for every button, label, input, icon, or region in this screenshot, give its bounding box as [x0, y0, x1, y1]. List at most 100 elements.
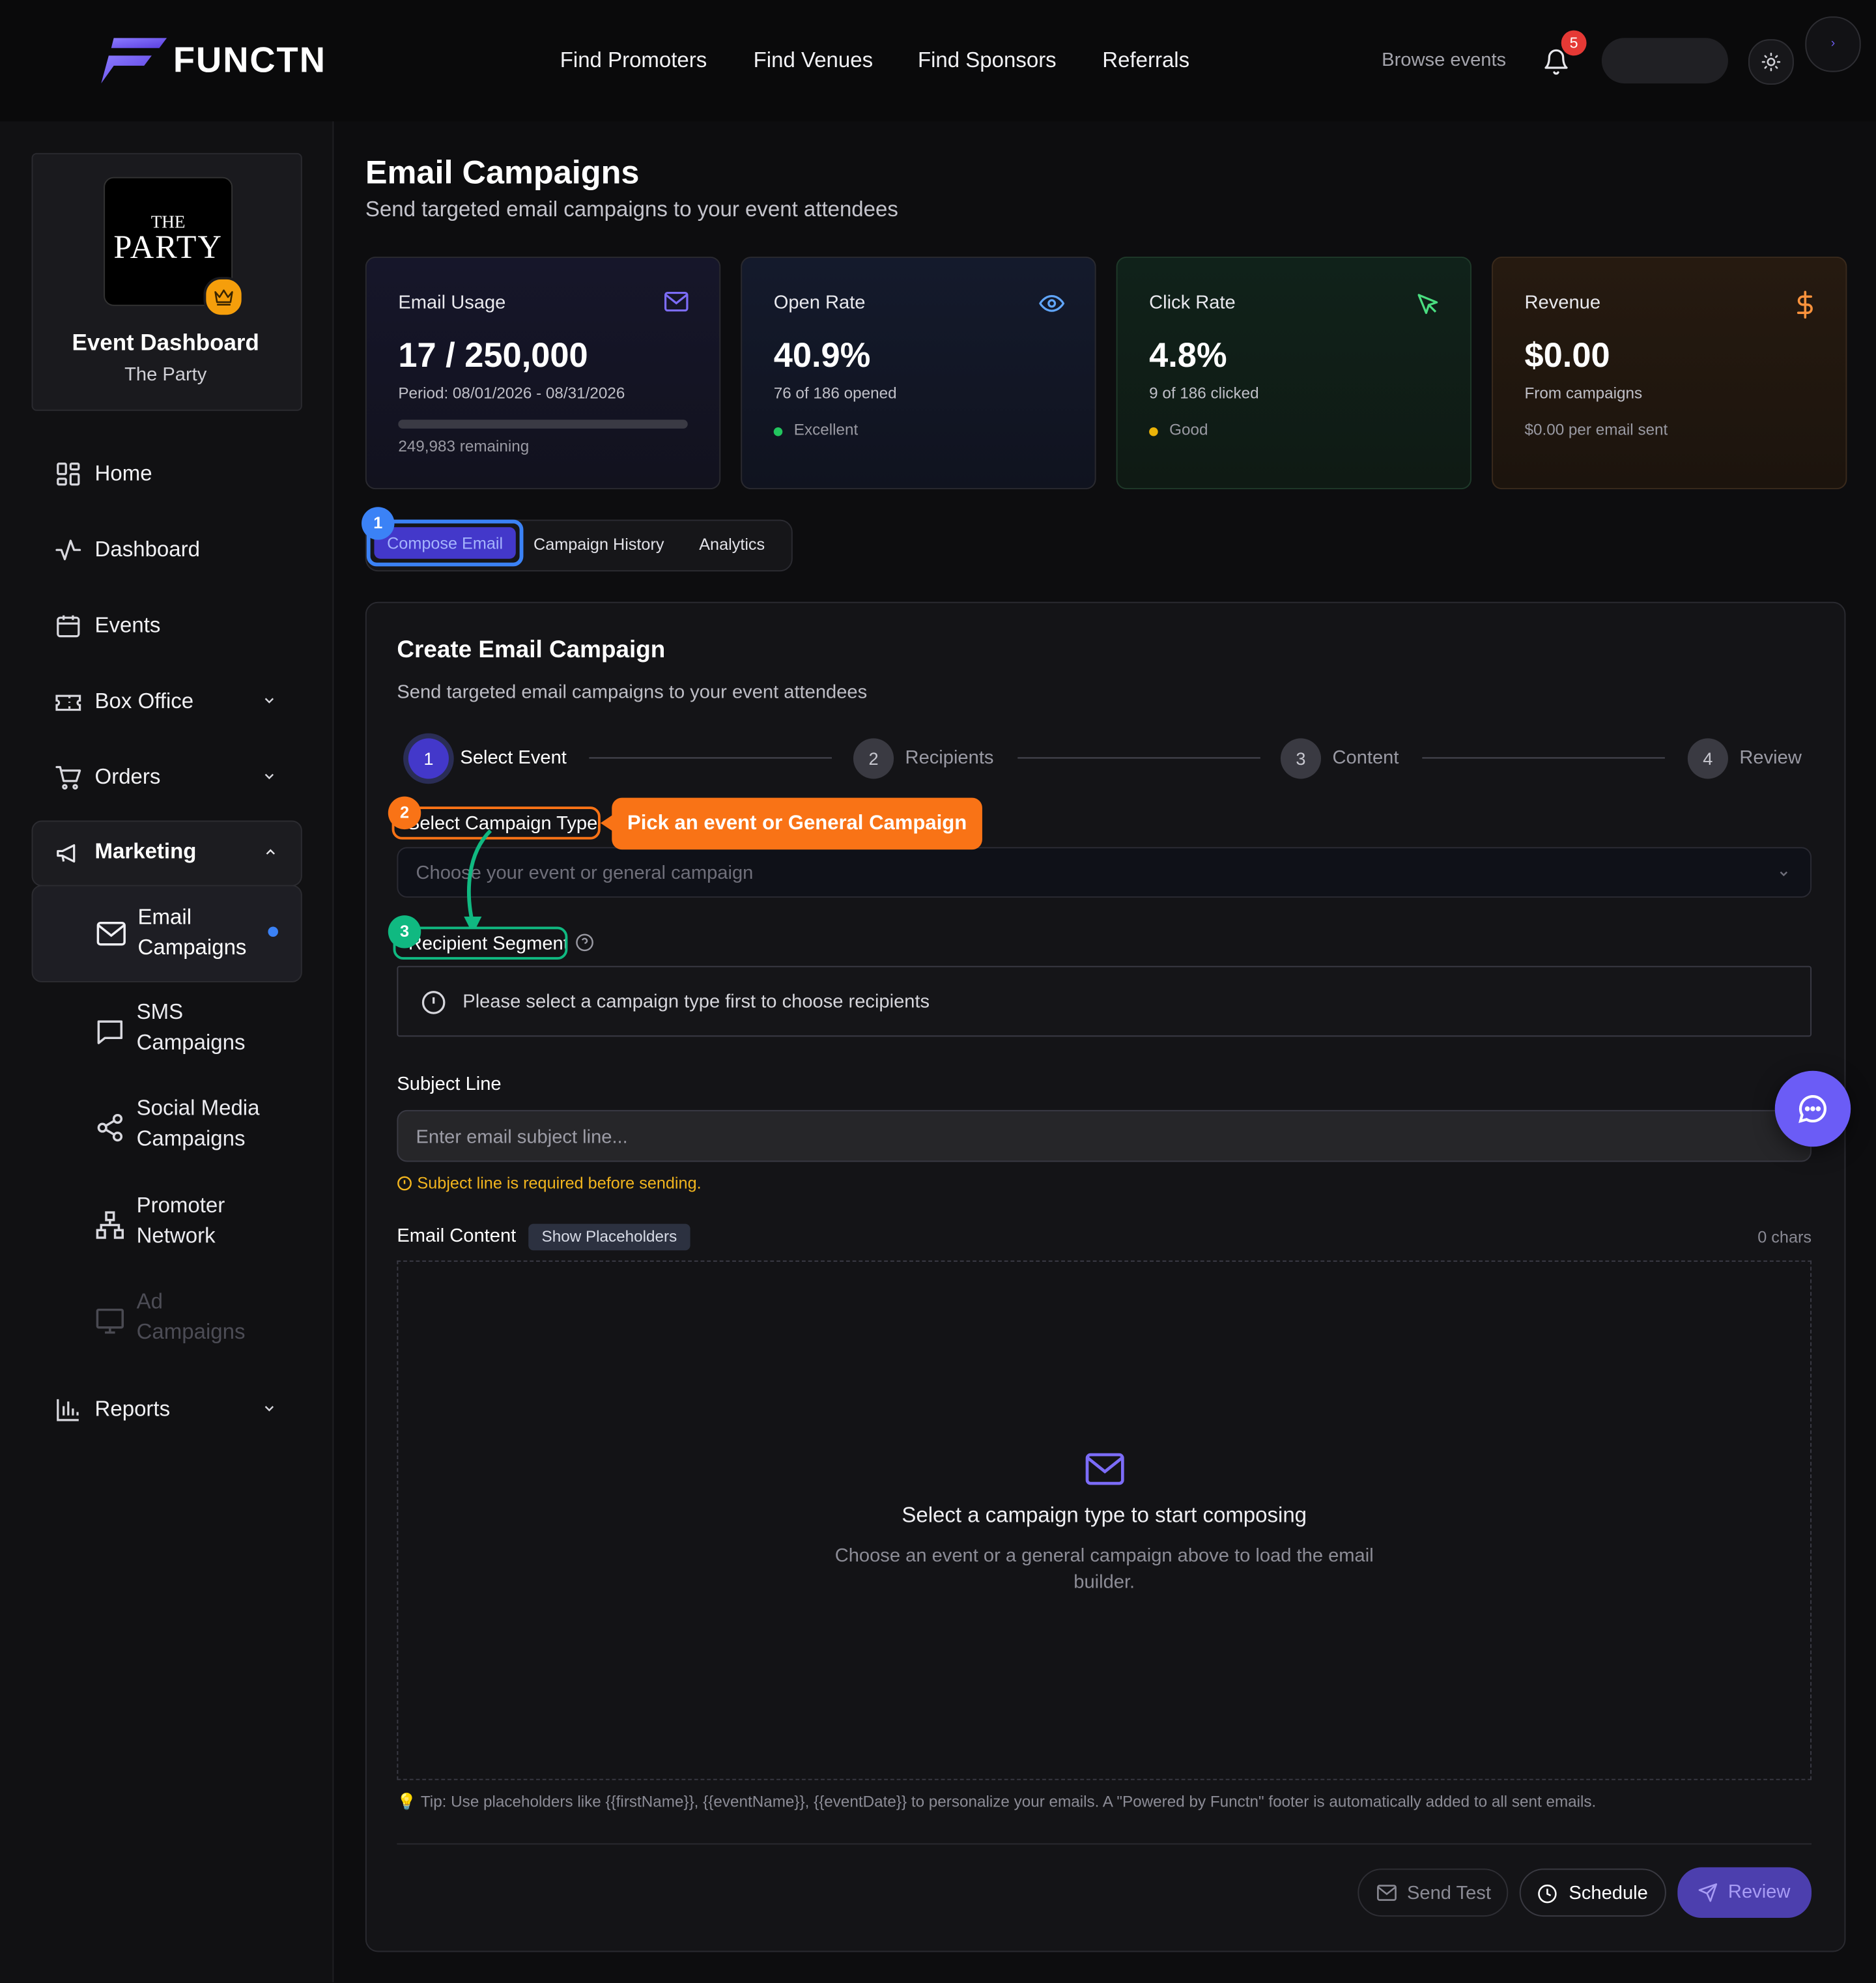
usage-progress-bar [398, 420, 688, 429]
guide-badge-1: 1 [362, 507, 395, 540]
sidebar-item-marketing[interactable]: Marketing [31, 820, 302, 887]
sidebar-item-label: Campaigns [137, 935, 247, 960]
layout-grid-icon [57, 463, 80, 486]
step-1-label: Select Event [460, 747, 567, 769]
stat-card-open-rate: Open Rate 40.9% 76 of 186 opened Excelle… [741, 256, 1096, 490]
sidebar-item-promoter-network[interactable]: Promoter Network [32, 1191, 300, 1257]
sidebar-item-label: Promoter [136, 1193, 225, 1218]
tab-analytics[interactable]: Analytics [699, 535, 765, 554]
tab-label: Compose Email [374, 527, 516, 559]
compose-subtitle: Send targeted email campaigns to your ev… [397, 681, 868, 704]
stat-extra: Good [1169, 421, 1208, 439]
chevron-down-icon [264, 698, 274, 704]
subject-line-input[interactable]: Enter email subject line... [397, 1109, 1812, 1162]
sidebar-item-ad-campaigns[interactable]: Ad Campaigns [32, 1287, 300, 1353]
mail-icon [664, 291, 689, 312]
sidebar-item-label: Network [136, 1223, 216, 1248]
event-dashboard-title: Event Dashboard [72, 330, 259, 356]
stat-value: 40.9% [773, 336, 871, 375]
sidebar-item-label: Orders [94, 765, 161, 789]
functn-logo-icon[interactable] [101, 38, 167, 84]
stat-extra: $0.00 per email sent [1524, 421, 1668, 439]
email-content-label: Email Content [397, 1225, 517, 1247]
stat-card-email-usage: Email Usage 17 / 250,000 Period: 08/01/2… [365, 256, 721, 490]
stat-value: 17 / 250,000 [398, 336, 588, 375]
chevron-down-icon [1780, 871, 1788, 877]
share-icon [97, 1113, 123, 1142]
step-4-label: Review [1739, 747, 1802, 769]
show-placeholders-button[interactable]: Show Placeholders [528, 1223, 690, 1251]
nav-find-promoters[interactable]: Find Promoters [560, 48, 707, 74]
campaign-type-select[interactable]: Choose your event or general campaign [397, 847, 1812, 898]
step-3-label: Content [1332, 747, 1399, 769]
status-dot [1149, 427, 1158, 436]
stat-title: Open Rate [773, 292, 866, 314]
stat-subtext: 76 of 186 opened [773, 384, 897, 403]
help-circle-icon[interactable] [575, 933, 594, 952]
sidebar-item-social-media-campaigns[interactable]: Social Media Campaigns [32, 1094, 300, 1160]
schedule-button[interactable]: Schedule [1519, 1868, 1666, 1917]
nav-find-venues[interactable]: Find Venues [754, 48, 873, 74]
cursor-click-icon [1417, 294, 1438, 314]
step-1-number: 1 [408, 738, 449, 779]
stat-subtext: Period: 08/01/2026 - 08/31/2026 [398, 384, 625, 403]
divider [397, 1843, 1812, 1845]
sidebar-item-dashboard[interactable]: Dashboard [32, 519, 300, 582]
sidebar-item-events[interactable]: Events [32, 594, 300, 657]
send-test-button[interactable]: Send Test [1357, 1868, 1509, 1917]
profile-avatar-button[interactable]: › [1805, 16, 1861, 72]
chat-support-button[interactable] [1774, 1070, 1851, 1147]
stat-title: Email Usage [398, 292, 506, 314]
step-2-number: 2 [853, 738, 894, 779]
calendar-icon [57, 615, 80, 638]
placeholder-tip: 💡 Tip: Use placeholders like {{firstName… [397, 1792, 1597, 1811]
chevron-down-icon [264, 1406, 274, 1412]
stat-extra: 249,983 remaining [398, 437, 530, 455]
activity-icon [55, 539, 81, 561]
brand-name[interactable]: FUNCTN [173, 40, 326, 81]
send-icon [1698, 1883, 1718, 1902]
eye-icon [1039, 294, 1065, 312]
sidebar-item-label: SMS [136, 1000, 184, 1024]
sidebar-item-reports[interactable]: Reports [32, 1378, 300, 1441]
user-menu-button[interactable] [1601, 38, 1728, 84]
active-indicator-dot [268, 926, 278, 937]
megaphone-icon [57, 844, 76, 863]
sidebar-item-label: Home [94, 461, 152, 486]
step-3-number: 3 [1280, 738, 1322, 779]
theme-toggle-button[interactable] [1748, 39, 1794, 85]
stat-subtext: From campaigns [1524, 384, 1643, 403]
status-dot [773, 427, 783, 436]
event-logo-line2: PARTY [113, 229, 223, 266]
notification-count-badge: 5 [1561, 30, 1587, 56]
sidebar-item-label: Events [94, 613, 161, 638]
step-4-number: 4 [1687, 738, 1728, 779]
recipient-notice: Please select a campaign type first to c… [397, 965, 1812, 1037]
sidebar-item-home[interactable]: Home [32, 442, 300, 506]
sidebar-item-label: Ad [136, 1289, 163, 1314]
nav-find-sponsors[interactable]: Find Sponsors [918, 48, 1057, 74]
subject-line-label: Subject Line [397, 1073, 502, 1095]
step-2-label: Recipients [905, 747, 994, 769]
sidebar-item-box-office[interactable]: Box Office [32, 670, 300, 734]
editor-empty-subtitle: Choose an event or a general campaign ab… [834, 1545, 1374, 1593]
sidebar-item-email-campaigns[interactable]: Email Campaigns [31, 885, 302, 982]
subject-warning: Subject line is required before sending. [397, 1173, 702, 1192]
stat-extra: Excellent [793, 421, 859, 439]
sidebar-item-label: Campaigns [136, 1030, 246, 1055]
sun-icon [1761, 52, 1781, 72]
alert-circle-icon [397, 1176, 412, 1191]
nav-referrals[interactable]: Referrals [1102, 48, 1189, 74]
sidebar-item-label: Reports [94, 1397, 171, 1421]
stat-title: Revenue [1524, 292, 1601, 314]
browse-events-link[interactable]: Browse events [1382, 50, 1506, 71]
sidebar-item-orders[interactable]: Orders [32, 746, 300, 809]
sidebar-item-label: Social Media [136, 1096, 260, 1120]
tab-campaign-history[interactable]: Campaign History [533, 535, 664, 554]
review-button[interactable]: Review [1677, 1867, 1812, 1919]
event-name: The Party [124, 364, 207, 386]
guide-arrow-icon [464, 829, 492, 935]
guide-badge-2: 2 [388, 796, 421, 830]
sidebar-item-sms-campaigns[interactable]: SMS Campaigns [32, 997, 300, 1063]
guide-tooltip: Pick an event or General Campaign [612, 797, 982, 850]
